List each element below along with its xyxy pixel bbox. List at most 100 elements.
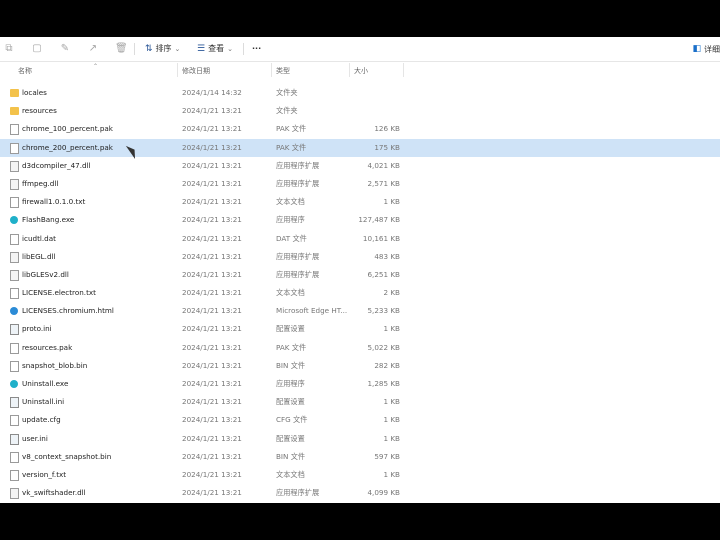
folder-icon xyxy=(10,89,19,97)
file-type: 文件夹 xyxy=(276,106,298,116)
file-file-icon xyxy=(10,451,19,463)
file-row[interactable]: resources 2024/1/21 13:21 文件夹 xyxy=(0,102,720,120)
file-name: version_f.txt xyxy=(22,469,67,479)
file-size: 126 KB xyxy=(374,124,400,134)
dll-file-icon xyxy=(10,269,19,281)
sort-ascending-icon: ⌃ xyxy=(93,63,99,70)
sort-icon: ⇅ xyxy=(145,44,153,54)
file-row[interactable]: icudtl.dat 2024/1/21 13:21 DAT 文件 10,161 KB xyxy=(0,230,720,248)
file-row[interactable]: Uninstall.exe 2024/1/21 13:21 应用程序 1,285 KB xyxy=(0,375,720,393)
sort-button[interactable]: ⇅ 排序 ⌄ xyxy=(145,42,180,56)
file-size: 1 KB xyxy=(383,469,400,479)
file-date: 2024/1/14 14:32 xyxy=(182,88,242,97)
file-type: 应用程序 xyxy=(276,215,305,225)
file-name: update.cfg xyxy=(22,415,61,425)
details-pane-button[interactable]: ◧ 详细 xyxy=(692,42,720,56)
file-type: DAT 文件 xyxy=(276,233,307,243)
command-bar: ⧉ ▢ ✎ ↗ 🗑 ⇅ 排序 ⌄ ☰ 查看 ⌄ ··· ◧ 详细 xyxy=(0,37,720,62)
file-row[interactable]: libGLESv2.dll 2024/1/21 13:21 应用程序扩展 6,251 … xyxy=(0,266,720,284)
column-header-type[interactable]: 类型 xyxy=(276,66,290,76)
file-name: firewall1.0.1.0.txt xyxy=(22,197,86,207)
file-row[interactable]: v8_context_snapshot.bin 2024/1/21 13:21 BI… xyxy=(0,448,720,466)
file-row[interactable]: LICENSES.chromium.html 2024/1/21 13:21 Mic… xyxy=(0,302,720,320)
file-name: vk_swiftshader.dll xyxy=(22,488,86,498)
details-label: 详细 xyxy=(704,44,720,54)
file-row[interactable]: version_f.txt 2024/1/21 13:21 文本文档 1 KB xyxy=(0,466,720,484)
file-file-icon xyxy=(10,342,19,354)
file-row[interactable]: user.ini 2024/1/21 13:21 配置设置 1 KB xyxy=(0,430,720,448)
file-date: 2024/1/21 13:21 xyxy=(182,433,242,443)
dll-file-icon xyxy=(10,488,19,500)
rename-icon[interactable]: ✎ xyxy=(59,43,71,55)
file-row[interactable]: chrome_200_percent.pak 2024/1/21 13:21 PAK… xyxy=(0,138,720,157)
file-file-icon xyxy=(10,142,19,154)
view-icon: ☰ xyxy=(197,44,206,54)
file-name: libEGL.dll xyxy=(22,251,56,261)
file-name: locales xyxy=(22,88,47,97)
file-type: Microsoft Edge HT... xyxy=(276,306,348,316)
file-row[interactable]: d3dcompiler_47.dll 2024/1/21 13:21 应用程序扩展 4… xyxy=(0,157,720,175)
file-size: 127,487 KB xyxy=(358,215,400,225)
file-size: 5,233 KB xyxy=(367,306,400,316)
file-date: 2024/1/21 13:21 xyxy=(182,324,242,334)
column-divider[interactable] xyxy=(403,63,404,77)
share-icon[interactable]: ↗ xyxy=(87,43,99,55)
edge-file-icon xyxy=(10,307,18,316)
file-row[interactable]: Uninstall.ini 2024/1/21 13:21 配置设置 1 KB xyxy=(0,393,720,411)
more-options-button[interactable]: ··· xyxy=(252,42,261,56)
sort-label: 排序 xyxy=(155,44,172,53)
file-size: 5,022 KB xyxy=(367,342,400,352)
file-type: 配置设置 xyxy=(276,433,305,443)
toolbar-divider xyxy=(134,43,135,55)
file-row[interactable]: locales 2024/1/14 14:32 文件夹 xyxy=(0,84,720,102)
ini-file-icon xyxy=(10,324,19,336)
column-header-date[interactable]: 修改日期 xyxy=(182,66,210,76)
file-size: 1 KB xyxy=(383,197,400,207)
file-name: v8_context_snapshot.bin xyxy=(22,451,112,461)
column-divider[interactable] xyxy=(177,63,178,77)
file-type: 应用程序扩展 xyxy=(276,269,320,279)
dll-file-icon xyxy=(10,178,19,190)
file-row[interactable]: LICENSE.electron.txt 2024/1/21 13:21 文本文档 2… xyxy=(0,284,720,302)
file-name: ffmpeg.dll xyxy=(22,178,59,188)
file-row[interactable]: libEGL.dll 2024/1/21 13:21 应用程序扩展 483 KB xyxy=(0,248,720,266)
file-size: 1 KB xyxy=(383,433,400,443)
file-type: PAK 文件 xyxy=(276,124,307,134)
file-row[interactable]: FlashBang.exe 2024/1/21 13:21 应用程序 127,487 … xyxy=(0,211,720,229)
file-date: 2024/1/21 13:21 xyxy=(182,379,242,388)
file-date: 2024/1/21 13:21 xyxy=(182,197,242,207)
view-button[interactable]: ☰ 查看 ⌄ xyxy=(197,42,233,56)
file-row[interactable]: resources.pak 2024/1/21 13:21 PAK 文件 5,022 … xyxy=(0,339,720,357)
file-row[interactable]: vk_swiftshader.dll 2024/1/21 13:21 应用程序扩展 4… xyxy=(0,484,720,502)
file-size: 1 KB xyxy=(383,397,400,407)
paste-icon[interactable]: ▢ xyxy=(31,43,43,55)
file-date: 2024/1/21 13:21 xyxy=(182,306,242,316)
file-row[interactable]: ffmpeg.dll 2024/1/21 13:21 应用程序扩展 2,571 KB xyxy=(0,175,720,193)
file-name: icudtl.dat xyxy=(22,233,56,243)
file-date: 2024/1/21 13:21 xyxy=(182,106,242,116)
file-row[interactable]: snapshot_blob.bin 2024/1/21 13:21 BIN 文件 28… xyxy=(0,357,720,375)
column-divider[interactable] xyxy=(349,63,350,77)
file-size: 4,021 KB xyxy=(367,160,400,170)
column-header-size[interactable]: 大小 xyxy=(354,66,368,76)
file-row[interactable]: chrome_100_percent.pak 2024/1/21 13:21 PAK… xyxy=(0,120,720,138)
file-row[interactable]: firewall1.0.1.0.txt 2024/1/21 13:21 文本文档 1 … xyxy=(0,193,720,211)
file-date: 2024/1/21 13:21 xyxy=(182,469,242,479)
file-date: 2024/1/21 13:21 xyxy=(182,269,242,279)
file-size: 2,571 KB xyxy=(367,178,400,188)
file-name: chrome_200_percent.pak xyxy=(22,142,113,152)
copy-icon[interactable]: ⧉ xyxy=(3,43,15,55)
file-name: snapshot_blob.bin xyxy=(22,360,88,370)
file-name: LICENSES.chromium.html xyxy=(22,306,114,316)
column-divider[interactable] xyxy=(271,63,272,77)
dll-file-icon xyxy=(10,160,19,172)
file-row[interactable]: update.cfg 2024/1/21 13:21 CFG 文件 1 KB xyxy=(0,411,720,429)
file-row[interactable]: proto.ini 2024/1/21 13:21 配置设置 1 KB xyxy=(0,320,720,338)
file-size: 6,251 KB xyxy=(367,269,400,279)
column-header-name[interactable]: 名称 xyxy=(18,66,32,76)
file-file-icon xyxy=(10,360,19,372)
exe-file-icon xyxy=(10,216,18,225)
delete-icon[interactable]: 🗑 xyxy=(115,43,128,55)
file-file-icon xyxy=(10,124,19,136)
file-type: PAK 文件 xyxy=(276,342,307,352)
